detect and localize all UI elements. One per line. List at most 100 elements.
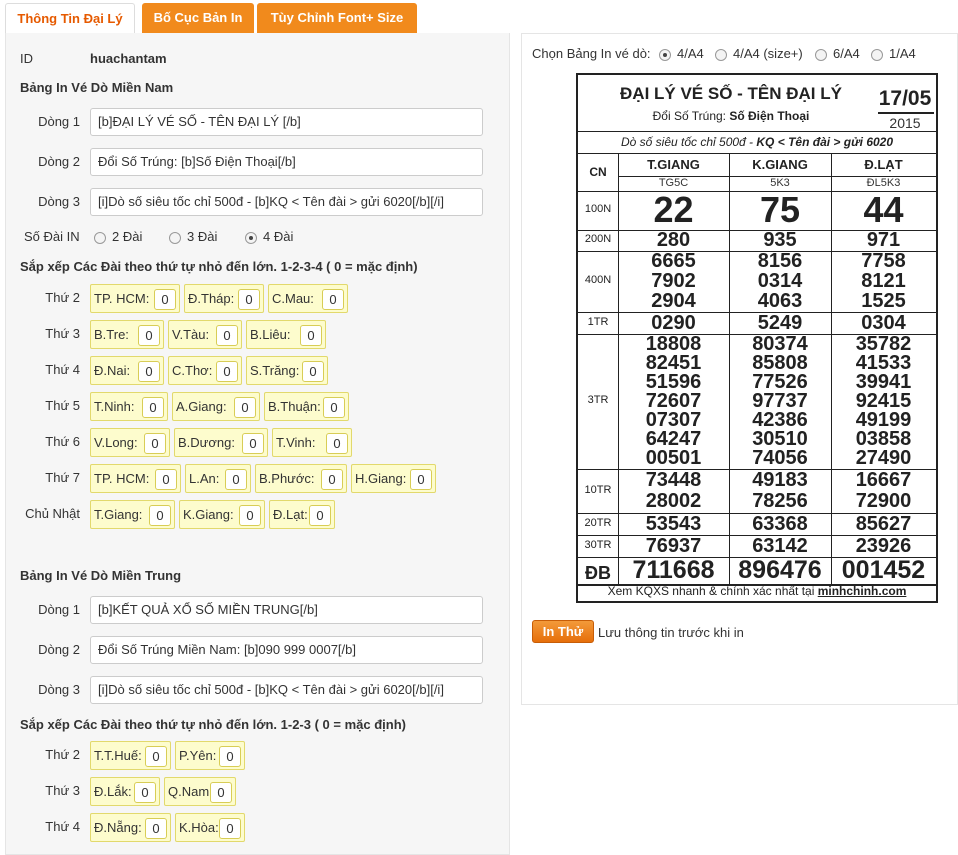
radio-icon[interactable] (94, 231, 106, 244)
station-order-input[interactable]: 0 (138, 325, 160, 346)
south-line2-input[interactable]: Đổi Số Trúng: [b]Số Điện Thoại[/b] (90, 148, 483, 176)
prize-number: 971 (866, 229, 901, 251)
so-dai-option-2[interactable]: 2 Đài (94, 229, 142, 244)
station-order-input[interactable]: 0 (145, 746, 167, 767)
prize-number: 4063 (757, 290, 803, 312)
prize-label: 30TR (584, 538, 612, 551)
prize-number: 7758 (861, 250, 906, 272)
central-line1-input[interactable]: [b]KẾT QUẢ XỔ SỐ MIỀN TRUNG[/b] (90, 596, 483, 624)
station-order-input[interactable]: 0 (216, 325, 238, 346)
radio-selected-icon[interactable] (659, 48, 671, 61)
station-name: B.Phước: (259, 471, 315, 486)
station-name: T.Giang: (94, 507, 143, 522)
radio-icon[interactable] (815, 48, 827, 61)
south-line3-input[interactable]: [i]Dò số siêu tốc chỉ 500đ - [b]KQ < Tên… (90, 188, 483, 216)
station-order-item: B.Phước: 0 (255, 464, 347, 493)
station-name: H.Giang: (355, 471, 407, 486)
station-order-input[interactable]: 0 (210, 782, 232, 803)
prize-number: 16667 (855, 468, 912, 491)
id-label: ID (20, 51, 33, 66)
radio-icon[interactable] (169, 231, 181, 244)
prize-number: 73448 (645, 468, 702, 491)
so-dai-option-3[interactable]: 3 Đài (169, 229, 217, 244)
divider (578, 131, 936, 132)
station-order-item: TP. HCM: 0 (90, 284, 180, 313)
central-line2-input[interactable]: Đổi Số Trúng Miền Nam: [b]090 999 0007[/… (90, 636, 483, 664)
prize-number: 41533 (855, 351, 912, 374)
agent-info-panel: ID huachantam Bảng In Vé Dò Miền Nam Dòn… (5, 33, 510, 855)
central-line3-input[interactable]: [i]Dò số siêu tốc chỉ 500đ - [b]KQ < Tên… (90, 676, 483, 704)
station-order-input[interactable]: 0 (410, 469, 432, 490)
station-order-input[interactable]: 0 (216, 361, 238, 382)
prize-number: 85627 (855, 512, 912, 535)
so-dai-option-4[interactable]: 4 Đài (245, 229, 293, 244)
radio-icon[interactable] (715, 48, 727, 61)
prize-number: 1525 (861, 290, 906, 312)
station-order-item: S.Trăng: 0 (246, 356, 328, 385)
station-order-input[interactable]: 0 (145, 818, 167, 839)
prize-number: 711668 (632, 555, 715, 584)
tab-tuy-chinh-font-size[interactable]: Tùy Chỉnh Font+ Size (257, 3, 417, 33)
id-value: huachantam (90, 51, 167, 66)
south-line2-label: Dòng 2 (38, 154, 80, 169)
station-name: K.Hòa: (179, 820, 219, 835)
station-order-input[interactable]: 0 (323, 397, 345, 418)
day-label: Thứ 4 (45, 819, 80, 834)
station-order-input[interactable]: 0 (219, 746, 241, 767)
station-order-input[interactable]: 0 (134, 782, 156, 803)
prize-number: 28002 (645, 490, 702, 513)
station-order-item: Đ.Nai: 0 (90, 356, 164, 385)
station-order-input[interactable]: 0 (154, 289, 176, 310)
layout-option-4a4-size[interactable]: 4/A4 (size+) (715, 46, 803, 61)
prize-number: 22 (653, 189, 694, 230)
radio-selected-icon[interactable] (245, 231, 257, 244)
layout-option-4a4[interactable]: 4/A4 (659, 46, 704, 61)
station-order-input[interactable]: 0 (309, 505, 331, 526)
south-sort-heading: Sắp xếp Các Đài theo thứ tự nhỏ đến lớn.… (20, 259, 418, 274)
minhchinh-link[interactable]: minhchinh.com (818, 584, 907, 598)
print-layout-label: Chọn Bảng In vé dò: (532, 46, 651, 61)
ticket-promo: Dò số siêu tốc chỉ 500đ - KQ < Tên đài >… (620, 135, 894, 149)
prize-number: 23926 (855, 534, 912, 557)
station-name: Đ.Lắk: (94, 784, 132, 799)
station-order-input[interactable]: 0 (242, 433, 264, 454)
layout-option-1a4[interactable]: 1/A4 (871, 46, 916, 61)
station-name: Đ.Lạt: (273, 507, 308, 522)
station-order-item: C.Thơ: 0 (168, 356, 242, 385)
day-label: Thứ 2 (45, 290, 80, 305)
prize-label: 1TR (587, 315, 609, 328)
save-before-print-note: Lưu thông tin trước khi in (598, 625, 744, 640)
tab-bo-cuc-ban-in[interactable]: Bố Cục Bản In (142, 3, 254, 33)
south-line1-input[interactable]: [b]ĐẠI LÝ VÉ SỐ - TÊN ĐẠI LÝ [/b] (90, 108, 483, 136)
station-order-input[interactable]: 0 (149, 505, 171, 526)
prize-number: 6665 (651, 250, 696, 272)
station-order-input[interactable]: 0 (155, 469, 177, 490)
print-test-button[interactable]: In Thử (532, 620, 594, 643)
station-order-input[interactable]: 0 (239, 505, 261, 526)
prize-number: 8121 (861, 270, 906, 292)
station-order-input[interactable]: 0 (225, 469, 247, 490)
station-order-input[interactable]: 0 (219, 818, 241, 839)
station-order-input[interactable]: 0 (326, 433, 348, 454)
station-order-input[interactable]: 0 (322, 289, 344, 310)
station-order-input[interactable]: 0 (142, 397, 164, 418)
station-order-input[interactable]: 0 (300, 325, 322, 346)
divider (618, 176, 936, 177)
prize-number: 280 (656, 229, 691, 251)
station-header: Đ.LẠT (864, 157, 903, 172)
station-order-input[interactable]: 0 (321, 469, 343, 490)
tab-thong-tin-dai-ly[interactable]: Thông Tin Đại Lý (5, 3, 135, 33)
layout-option-6a4[interactable]: 6/A4 (815, 46, 860, 61)
station-order-input[interactable]: 0 (302, 361, 324, 382)
ticket-title: ĐẠI LÝ VÉ SỐ - TÊN ĐẠI LÝ (620, 84, 842, 103)
radio-icon[interactable] (871, 48, 883, 61)
station-order-item: K.Giang: 0 (179, 500, 265, 529)
lottery-ticket-preview: ĐẠI LÝ VÉ SỐ - TÊN ĐẠI LÝ Đổi Số Trúng: … (576, 73, 938, 603)
station-order-input[interactable]: 0 (234, 397, 256, 418)
station-order-input[interactable]: 0 (138, 361, 160, 382)
day-label: Chủ Nhật (25, 506, 80, 521)
station-order-item: Đ.Lạt: 0 (269, 500, 335, 529)
station-order-input[interactable]: 0 (238, 289, 260, 310)
prize-label: 100N (584, 203, 612, 215)
station-order-input[interactable]: 0 (144, 433, 166, 454)
